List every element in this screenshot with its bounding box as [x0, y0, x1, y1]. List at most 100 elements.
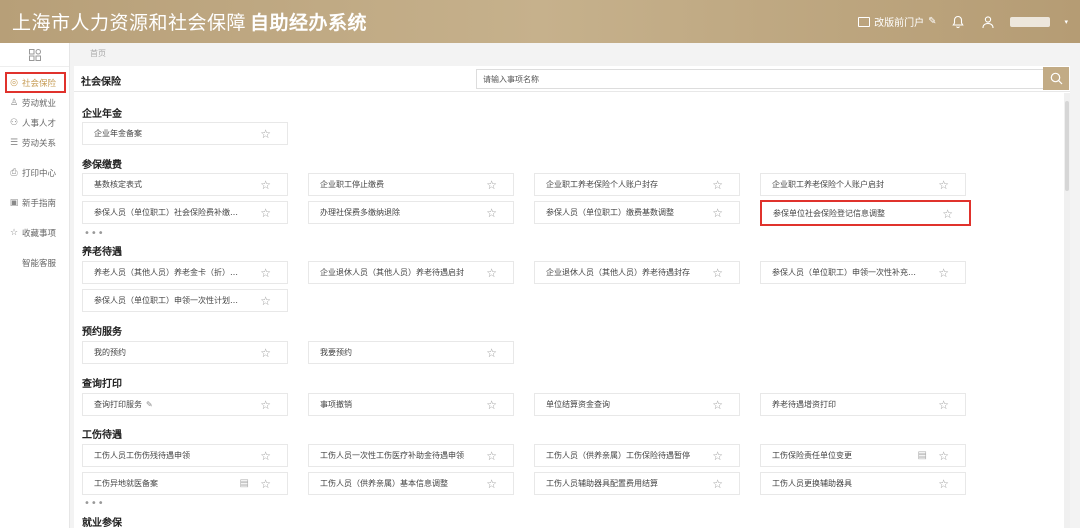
- star-icon[interactable]: ☆: [486, 267, 497, 279]
- service-card[interactable]: 参保人员（单位职工）申领一次性补充养老金 ☆: [760, 261, 966, 284]
- star-icon[interactable]: ☆: [938, 179, 949, 191]
- service-card[interactable]: 工伤人员（供养亲属）工伤保险待遇暂停 ☆: [534, 444, 740, 467]
- star-icon[interactable]: ☆: [260, 399, 271, 411]
- service-card[interactable]: 基数核定表式 ☆: [82, 173, 288, 196]
- sidebar: ◎ 社会保险 ♙ 劳动就业 ⚇ 人事人才 ☰ 劳动关系 ⎙ 打印中心 ▣ 新手指…: [0, 43, 70, 528]
- star-icon[interactable]: ☆: [712, 450, 723, 462]
- service-card-highlighted[interactable]: 参保单位社会保险登记信息调整 ☆: [760, 200, 971, 226]
- bell-icon[interactable]: [950, 14, 966, 30]
- section-title: 养老待遇: [82, 247, 122, 258]
- service-card[interactable]: 企业退休人员（其他人员）养老待遇封存 ☆: [534, 261, 740, 284]
- service-card[interactable]: 工伤人员工伤伤残待遇申领 ☆: [82, 444, 288, 467]
- service-card[interactable]: 查询打印服务 ✎ ☆: [82, 393, 288, 416]
- user-name[interactable]: [1010, 16, 1051, 27]
- chevron-down-icon[interactable]: ▾: [1064, 18, 1068, 26]
- star-icon[interactable]: ☆: [260, 128, 271, 140]
- search-icon: [1050, 72, 1062, 85]
- service-card[interactable]: 工伤异地就医备案 ▤ ☆: [82, 472, 288, 495]
- service-card[interactable]: 工伤人员更换辅助器具 ☆: [760, 472, 966, 495]
- sidebar-item-print-center[interactable]: ⎙ 打印中心: [0, 163, 69, 183]
- monitor-icon: [858, 16, 871, 27]
- search-button[interactable]: [1043, 67, 1069, 90]
- sidebar-item-smart-service[interactable]: 智能客服: [0, 253, 69, 273]
- star-icon[interactable]: ☆: [712, 267, 723, 279]
- app-title: 上海市人力资源和社会保障 自助经办系统: [12, 12, 368, 34]
- star-icon[interactable]: ☆: [712, 207, 723, 219]
- apps-grid-icon[interactable]: [0, 43, 69, 67]
- star-icon[interactable]: ☆: [486, 399, 497, 411]
- sidebar-item-employment[interactable]: ♙ 劳动就业: [0, 93, 69, 113]
- star-icon[interactable]: ☆: [260, 267, 271, 279]
- main-topbar: 社会保险 请输入事项名称: [74, 66, 1070, 92]
- star-icon[interactable]: ☆: [260, 179, 271, 191]
- user-icon[interactable]: [980, 14, 996, 30]
- old-portal-link[interactable]: 改版前门户 ✎: [858, 14, 936, 29]
- service-card[interactable]: 工伤人员（供养亲属）基本信息调整 ☆: [308, 472, 514, 495]
- sidebar-item-guide[interactable]: ▣ 新手指南: [0, 193, 69, 213]
- star-icon[interactable]: ☆: [260, 478, 271, 490]
- scrollbar[interactable]: [1064, 93, 1070, 528]
- scrollbar-thumb[interactable]: [1065, 101, 1069, 191]
- sidebar-item-favorites[interactable]: ☆ 收藏事项: [0, 223, 69, 243]
- service-card[interactable]: 办理社保费多缴纳退除 ☆: [308, 201, 514, 224]
- service-card[interactable]: 企业退休人员（其他人员）养老待遇启封 ☆: [308, 261, 514, 284]
- service-card[interactable]: 事项撤销 ☆: [308, 393, 514, 416]
- star-icon[interactable]: ☆: [486, 179, 497, 191]
- coins-icon: ◎: [10, 77, 18, 88]
- star-icon[interactable]: ☆: [938, 478, 949, 490]
- guide-icon: ▣: [9, 198, 19, 208]
- header-actions: 改版前门户 ✎ ▾: [858, 0, 1068, 43]
- link-icon: ✎: [146, 400, 153, 409]
- person-icon: ♙: [9, 98, 19, 108]
- people-icon: ⚇: [9, 118, 19, 128]
- section-title: 参保缴费: [82, 160, 122, 171]
- star-icon[interactable]: ☆: [938, 450, 949, 462]
- star-icon[interactable]: ☆: [486, 450, 497, 462]
- star-icon[interactable]: ☆: [712, 179, 723, 191]
- sidebar-item-personnel[interactable]: ⚇ 人事人才: [0, 113, 69, 133]
- star-icon[interactable]: ☆: [260, 347, 271, 359]
- service-card[interactable]: 企业职工养老保险个人账户封存 ☆: [534, 173, 740, 196]
- service-card[interactable]: 养老待遇增资打印 ☆: [760, 393, 966, 416]
- service-card[interactable]: 企业职工养老保险个人账户启封 ☆: [760, 173, 966, 196]
- service-card[interactable]: 工伤人员辅助器具配置费用结算 ☆: [534, 472, 740, 495]
- search-input[interactable]: 请输入事项名称: [476, 69, 1044, 89]
- star-icon[interactable]: ☆: [260, 295, 271, 307]
- service-card[interactable]: 企业年金备案 ☆: [82, 122, 288, 145]
- service-card[interactable]: 我要预约 ☆: [308, 341, 514, 364]
- more-button[interactable]: •••: [84, 228, 105, 239]
- star-icon[interactable]: ☆: [260, 207, 271, 219]
- document-icon[interactable]: ▤: [918, 450, 927, 462]
- service-card[interactable]: 工伤保险责任单位变更 ▤ ☆: [760, 444, 966, 467]
- more-button[interactable]: •••: [84, 498, 105, 509]
- breadcrumb-home[interactable]: 首页: [90, 48, 106, 59]
- star-icon[interactable]: ☆: [712, 478, 723, 490]
- app-header: 上海市人力资源和社会保障 自助经办系统 改版前门户 ✎ ▾: [0, 0, 1080, 43]
- service-card[interactable]: 单位结算资金查询 ☆: [534, 393, 740, 416]
- star-icon[interactable]: ☆: [486, 347, 497, 359]
- sidebar-item-labor-relations[interactable]: ☰ 劳动关系: [0, 133, 69, 153]
- star-icon[interactable]: ☆: [260, 450, 271, 462]
- star-icon[interactable]: ☆: [486, 478, 497, 490]
- service-card[interactable]: 养老人员（其他人员）养老金卡（折）变更 ☆: [82, 261, 288, 284]
- service-card[interactable]: 我的预约 ☆: [82, 341, 288, 364]
- section-title: 预约服务: [82, 327, 122, 338]
- page-title: 社会保险: [81, 77, 121, 88]
- service-card[interactable]: 工伤人员一次性工伤医疗补助金待遇申领 ☆: [308, 444, 514, 467]
- service-card[interactable]: 参保人员（单位职工）缴费基数调整 ☆: [534, 201, 740, 224]
- star-icon[interactable]: ☆: [938, 267, 949, 279]
- star-icon: ☆: [9, 228, 19, 238]
- document-icon[interactable]: ▤: [240, 478, 249, 490]
- star-icon[interactable]: ☆: [486, 207, 497, 219]
- star-icon[interactable]: ☆: [942, 208, 953, 220]
- section-title: 工伤待遇: [82, 430, 122, 441]
- pencil-icon: ✎: [928, 16, 937, 27]
- star-icon[interactable]: ☆: [712, 399, 723, 411]
- breadcrumb: 首页: [78, 45, 106, 62]
- sidebar-item-social-insurance[interactable]: ◎ 社会保险: [5, 72, 66, 93]
- service-card[interactable]: 参保人员（单位职工）社会保险费补缴申报 ☆: [82, 201, 288, 224]
- service-card[interactable]: 企业职工停止缴费 ☆: [308, 173, 514, 196]
- service-card[interactable]: 参保人员（单位职工）申领一次性计划生育奖励☆: [82, 289, 288, 312]
- star-icon[interactable]: ☆: [938, 399, 949, 411]
- printer-icon: ⎙: [10, 168, 18, 178]
